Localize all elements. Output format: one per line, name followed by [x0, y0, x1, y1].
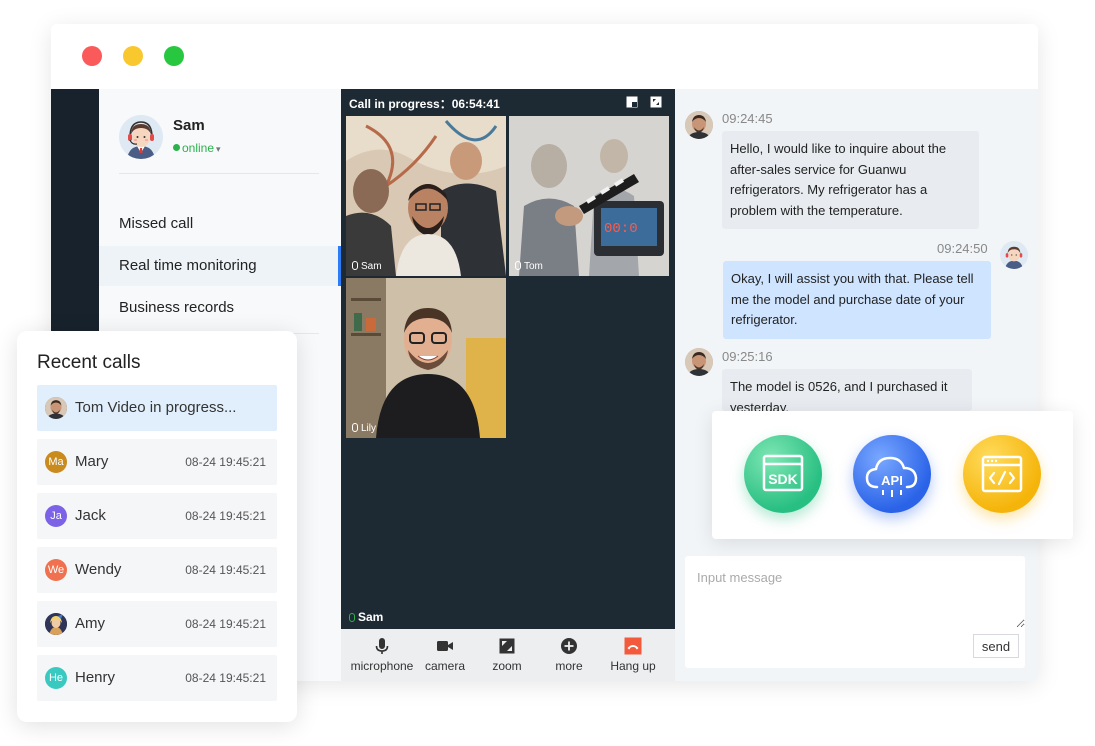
call-name: Henry: [75, 669, 116, 686]
group-collaboration-photo: [346, 116, 506, 276]
recent-calls-title: Recent calls: [37, 352, 141, 373]
api-cloud-icon: API: [865, 456, 918, 497]
contact-avatar: We: [45, 559, 67, 581]
contact-avatar: [45, 613, 67, 635]
sidebar-item-missed-call[interactable]: Missed call: [99, 204, 341, 244]
smiling-man-photo: [346, 278, 506, 438]
microphone-icon: [352, 261, 358, 270]
zoom-icon: [499, 638, 515, 654]
message-time: 09:25:16: [722, 349, 773, 364]
call-time: 08-24 19:45:21: [185, 509, 266, 523]
message-bubble: Okay, I will assist you with that. Pleas…: [723, 261, 991, 339]
message-bubble: Hello, I would like to inquire about the…: [722, 131, 979, 229]
microphone-icon: [375, 638, 389, 654]
title-bar: [51, 24, 1038, 89]
divider: [119, 173, 319, 174]
fullscreen-icon[interactable]: [650, 96, 662, 108]
recent-call-item[interactable]: Amy 08-24 19:45:21: [37, 601, 277, 647]
maximize-window-button[interactable]: [164, 46, 184, 66]
call-name: Wendy: [75, 561, 122, 578]
message-time: 09:24:45: [722, 111, 773, 126]
call-controls: microphone camera zoom more Hang up: [341, 629, 675, 681]
api-badge[interactable]: API: [853, 435, 931, 513]
status-text: online: [182, 141, 215, 155]
zoom-button[interactable]: zoom: [481, 629, 533, 681]
sdk-label: SDK: [768, 471, 798, 487]
participant-label: Sam: [352, 261, 382, 272]
message-bubble: The model is 0526, and I purchased it ye…: [722, 369, 972, 411]
contact-avatar: He: [45, 667, 67, 689]
caret-down-icon: ▾: [216, 144, 221, 154]
status-selector[interactable]: online ▾: [173, 141, 221, 155]
call-name: Mary: [75, 453, 109, 470]
video-tile-lily[interactable]: Lily: [346, 278, 506, 438]
camera-icon: [437, 641, 453, 651]
user-profile[interactable]: Sam online ▾: [119, 113, 329, 173]
microphone-active-icon: [349, 613, 355, 622]
more-button[interactable]: more: [543, 629, 595, 681]
code-badge[interactable]: [963, 435, 1041, 513]
call-status-label: Call in progress：: [349, 97, 452, 111]
film-clapperboard-photo: 00:0: [509, 116, 669, 276]
message-composer: send: [685, 556, 1025, 668]
sidebar-item-business-records[interactable]: Business records: [99, 288, 341, 328]
contact-avatar: Ma: [45, 451, 67, 473]
more-icon: [561, 638, 577, 654]
call-name: Tom Video in progress...: [75, 399, 237, 416]
contact-avatar: Ja: [45, 505, 67, 527]
profile-name: Sam: [173, 117, 205, 134]
close-window-button[interactable]: [82, 46, 102, 66]
sidebar-item-real-time-monitoring[interactable]: Real time monitoring: [99, 246, 341, 286]
call-time: 08-24 19:45:21: [185, 455, 266, 469]
call-name: Amy: [75, 615, 105, 632]
call-status: Call in progress：06:54:41: [349, 95, 500, 112]
microphone-icon: [515, 261, 521, 270]
video-tile-tom[interactable]: 00:0 Tom: [509, 116, 669, 276]
call-name: Jack: [75, 507, 106, 524]
send-button[interactable]: send: [973, 634, 1019, 658]
recent-call-item[interactable]: Tom Video in progress...: [37, 385, 277, 431]
sdk-badge[interactable]: SDK: [744, 435, 822, 513]
recent-call-item[interactable]: Ma Mary 08-24 19:45:21: [37, 439, 277, 485]
call-timer: 06:54:41: [451, 97, 500, 111]
api-label: API: [881, 473, 903, 488]
customer-avatar: [685, 111, 713, 139]
microphone-button[interactable]: microphone: [347, 629, 417, 681]
online-status-dot: [173, 144, 180, 151]
recent-call-item[interactable]: He Henry 08-24 19:45:21: [37, 655, 277, 701]
video-call-panel: Call in progress：06:54:41 Sam 00:0 Tom L…: [341, 89, 675, 681]
self-participant-label: Sam: [349, 610, 383, 624]
customer-avatar: [685, 348, 713, 376]
participant-label: Lily: [352, 423, 376, 434]
call-time: 08-24 19:45:21: [185, 671, 266, 685]
sdk-icon: SDK: [762, 454, 804, 492]
recent-call-item[interactable]: We Wendy 08-24 19:45:21: [37, 547, 277, 593]
message-time: 09:24:50: [937, 241, 988, 256]
agent-avatar: [1000, 241, 1028, 269]
message-input[interactable]: [685, 556, 1025, 628]
contact-avatar: [45, 397, 67, 419]
participant-label: Tom: [515, 261, 543, 272]
agent-headset-avatar-icon: [119, 115, 163, 159]
chat-panel: 09:24:45 Hello, I would like to inquire …: [675, 89, 1038, 681]
call-time: 08-24 19:45:21: [185, 617, 266, 631]
video-tile-sam[interactable]: Sam: [346, 116, 506, 276]
minimize-window-button[interactable]: [123, 46, 143, 66]
hang-up-button[interactable]: Hang up: [603, 629, 663, 681]
recent-calls-panel: Recent calls Tom Video in progress... Ma…: [17, 331, 297, 722]
recent-call-item[interactable]: Ja Jack 08-24 19:45:21: [37, 493, 277, 539]
svg-text:00:0: 00:0: [604, 221, 638, 237]
microphone-icon: [352, 423, 358, 432]
hang-up-icon: [624, 637, 642, 655]
code-window-icon: [981, 455, 1023, 493]
call-time: 08-24 19:45:21: [185, 563, 266, 577]
integrations-panel: SDK API: [712, 411, 1073, 539]
picture-in-picture-icon[interactable]: [626, 96, 638, 108]
camera-button[interactable]: camera: [419, 629, 471, 681]
